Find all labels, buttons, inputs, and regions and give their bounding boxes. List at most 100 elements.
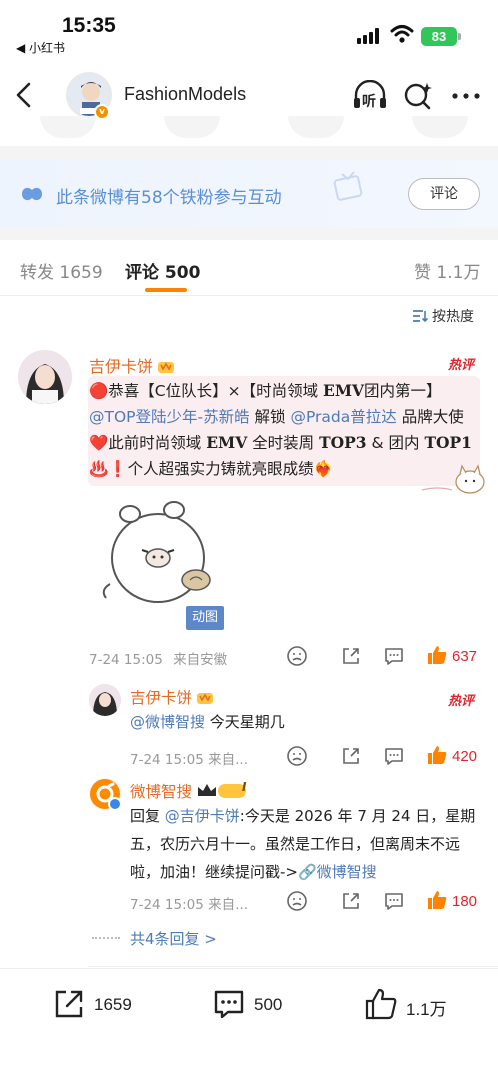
comment-text-part: 团内第一】	[364, 382, 442, 400]
comment-text-bold: EMV	[206, 433, 248, 452]
dislike-icon[interactable]	[286, 745, 308, 767]
fan-icon	[22, 187, 42, 201]
listen-icon[interactable]: 听	[352, 79, 388, 112]
banner-text: 此条微博有58个铁粉参与互动	[56, 188, 282, 208]
reply-body: @微博智搜 今天星期几	[130, 708, 285, 736]
tab-like-count: 1.1万	[436, 263, 481, 283]
listen-label: 听	[362, 94, 376, 110]
comment-meta: 7-24 15:05 来自安徽	[89, 648, 227, 668]
hot-comment-badge: 热评	[448, 358, 475, 373]
tab-like-label: 赞	[414, 263, 431, 283]
page-title[interactable]: FashionModels	[124, 84, 246, 105]
repost-button[interactable]: 1659	[52, 987, 142, 1021]
like-icon[interactable]	[426, 889, 448, 911]
reply-username[interactable]: 吉伊卡饼	[130, 686, 214, 708]
mention-link[interactable]: @Prada普拉达	[290, 408, 396, 426]
verified-badge-icon: v	[94, 104, 110, 120]
sort-icon	[413, 310, 428, 323]
share-icon[interactable]	[340, 645, 362, 667]
like-icon[interactable]	[426, 744, 448, 766]
hot-reply-badge: 热评	[448, 694, 475, 709]
like-icon[interactable]	[426, 644, 448, 666]
more-icon[interactable]	[450, 82, 482, 110]
comment-text-part: ♨️❗个人超强实力铸就亮眼成绩❤️‍🔥	[89, 460, 333, 478]
comment-username[interactable]: 吉伊卡饼	[89, 353, 175, 377]
back-icon[interactable]	[10, 80, 40, 110]
sort-label: 按热度	[432, 309, 474, 325]
tab-repost[interactable]: 转发 1659	[20, 258, 103, 283]
repost-icon	[55, 990, 83, 1018]
comment-text-part: & 团内	[366, 434, 425, 452]
more-replies-link[interactable]: 共4条回复 >	[130, 928, 217, 949]
comment-text-part: 🔴恭喜【C位队长】×【时尚领域	[89, 382, 324, 400]
share-icon[interactable]	[340, 745, 362, 767]
bottom-action-bar: 1659 500 1.1万	[0, 968, 498, 1080]
vip-crown-icon	[158, 362, 175, 373]
reply-icon[interactable]	[383, 645, 405, 667]
vip-crown-icon	[197, 693, 214, 704]
mention-link[interactable]: @TOP登陆少年-苏新皓	[89, 408, 250, 426]
back-to-app-link[interactable]: ◀ 小红书	[16, 39, 65, 56]
comment-username-text: 吉伊卡饼	[89, 357, 154, 376]
level-badge-text: I	[242, 780, 247, 794]
tab-comment-label: 评论	[125, 263, 159, 283]
reply-meta: 7-24 15:05 来自...	[130, 897, 248, 913]
dislike-icon[interactable]	[286, 890, 308, 912]
comment-icon	[214, 990, 244, 1019]
clock: 15:35	[62, 14, 116, 37]
comment-text-bold: TOP3	[319, 433, 367, 452]
cat-decoration-icon	[421, 464, 485, 494]
reply-prefix: 回复	[130, 807, 165, 825]
battery-indicator: 83	[421, 27, 457, 46]
tab-comment[interactable]: 评论 500	[125, 258, 200, 283]
tab-active-indicator	[145, 288, 187, 292]
tab-repost-label: 转发	[20, 263, 54, 283]
reply-like-count: 180	[452, 893, 478, 910]
reply-like-count: 420	[452, 748, 478, 765]
comment-avatar[interactable]	[18, 350, 72, 404]
like-button[interactable]: 1.1万	[364, 987, 464, 1021]
repost-count: 1659	[94, 995, 132, 1014]
dislike-icon[interactable]	[286, 645, 308, 667]
reply-username-text: 吉伊卡饼	[130, 689, 193, 707]
mention-link[interactable]: @吉伊卡饼	[165, 807, 240, 825]
tab-like[interactable]: 赞 1.1万	[414, 258, 480, 283]
divider	[88, 966, 498, 967]
like-outline-icon	[365, 988, 397, 1020]
comment-time: 7-24 15:05	[89, 652, 163, 668]
status-bar: 15:35 ◀ 小红书 83	[0, 0, 498, 60]
animated-sticker[interactable]	[96, 480, 226, 620]
reply-avatar[interactable]	[89, 684, 121, 716]
comment-button[interactable]: 500	[212, 987, 302, 1021]
weibo-search-link[interactable]: 🔗微博智搜	[298, 863, 377, 881]
image-strip-bottom	[0, 116, 498, 140]
level-badge-icon	[198, 784, 247, 798]
reply-meta: 7-24 15:05 来自...	[130, 752, 248, 768]
banner-comment-button[interactable]: 评论	[408, 178, 480, 210]
tab-comment-count: 500	[164, 263, 201, 283]
reply-username-text: 微博智搜	[130, 783, 193, 801]
reply-icon[interactable]	[383, 890, 405, 912]
reply-text: 今天星期几	[205, 713, 285, 731]
sort-by-hot-button[interactable]: 按热度	[412, 306, 474, 326]
share-icon[interactable]	[340, 890, 362, 912]
battery-tip	[458, 33, 461, 40]
reply-body: 回复 @吉伊卡饼:今天是 2026 年 7 月 24 日，星期五，农历六月十一。…	[130, 802, 480, 886]
gif-tag: 动图	[186, 606, 224, 630]
thread-dots	[92, 937, 120, 939]
comment-source: 来自安徽	[173, 652, 228, 668]
verified-badge-icon	[108, 797, 122, 811]
ai-search-icon[interactable]	[402, 80, 434, 112]
comment-text-part: 解锁	[249, 408, 291, 426]
wifi-icon	[390, 25, 414, 43]
mention-link[interactable]: @微博智搜	[130, 713, 205, 731]
reply-username[interactable]: 微博智搜 I	[130, 780, 248, 802]
tv-decoration-icon	[333, 171, 363, 201]
signal-icon	[357, 28, 383, 44]
comment-like-count: 637	[452, 648, 478, 665]
like-count: 1.1万	[406, 1000, 447, 1019]
comment-text-bold: EMV	[323, 381, 365, 400]
comment-count: 500	[254, 995, 283, 1014]
reply-icon[interactable]	[383, 745, 405, 767]
comment-text-part: 全时装周	[247, 434, 320, 452]
